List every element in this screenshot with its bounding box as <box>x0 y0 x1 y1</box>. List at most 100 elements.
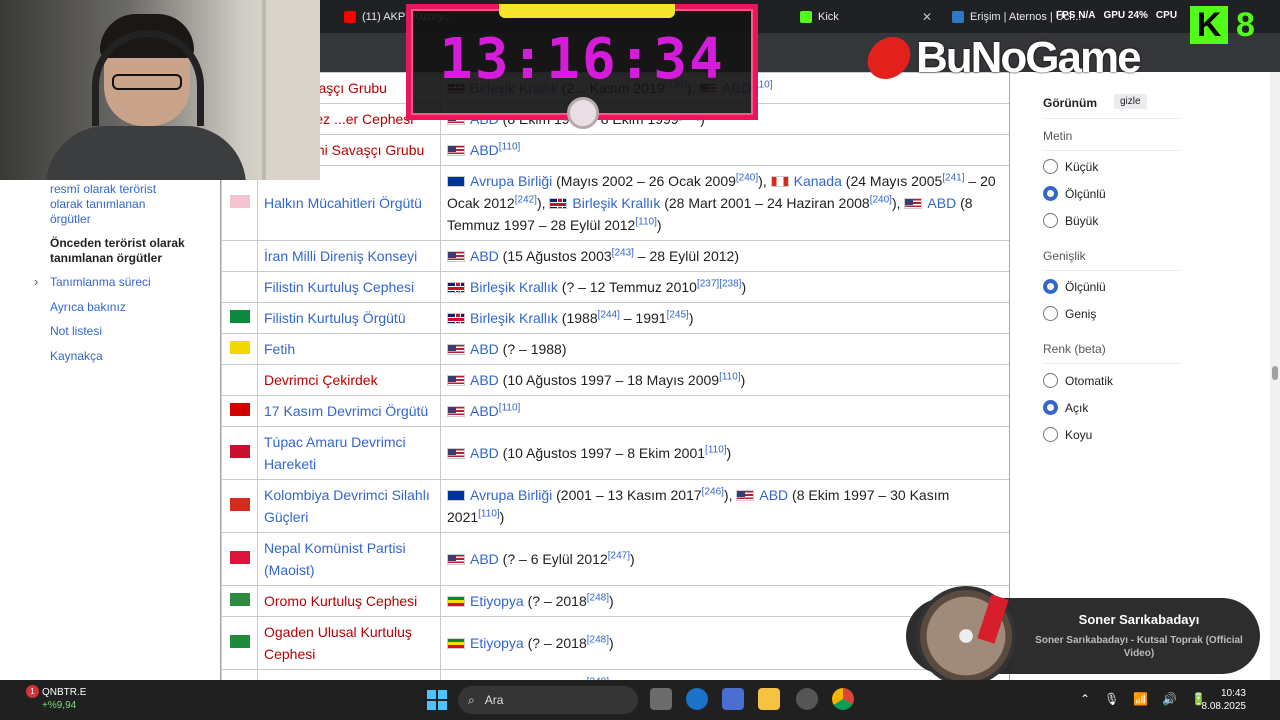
hide-button[interactable]: gizle <box>1114 94 1147 109</box>
country-link[interactable]: Birleşik Krallık <box>470 279 558 295</box>
designation-cell: ABD (15 Ağustos 2003[243] – 28 Eylül 201… <box>440 240 1009 272</box>
radio-icon[interactable] <box>1043 306 1058 321</box>
radio-color-dark[interactable]: Koyu <box>1043 427 1092 442</box>
edge-icon[interactable] <box>686 688 708 710</box>
scrollbar[interactable] <box>1270 72 1280 680</box>
taskbar-search[interactable]: ⌕ Ara <box>458 686 638 714</box>
tab-kick[interactable]: Kick ✕ <box>800 4 932 30</box>
windows-start-icon[interactable] <box>427 690 447 710</box>
country-link[interactable]: Avrupa Birliği <box>470 173 552 189</box>
org-name-link[interactable]: 17 Kasım Devrimci Örgütü <box>257 395 441 427</box>
radio-icon[interactable] <box>1043 427 1058 442</box>
wifi-icon[interactable]: 📶 <box>1133 692 1148 706</box>
toc-item-references[interactable]: Kaynakça <box>50 349 103 364</box>
toc-item-notes[interactable]: Not listesi <box>50 324 102 339</box>
org-name-link[interactable]: Nepal Komünist Partisi (Maoist) <box>257 532 441 586</box>
country-link[interactable]: Kanada <box>794 173 842 189</box>
radio-text-small[interactable]: Küçük <box>1043 159 1098 174</box>
org-name-link[interactable]: Kolombiya Devrimci Silahlı Güçleri <box>257 479 441 533</box>
chevron-right-icon[interactable]: › <box>34 274 38 289</box>
reference-link[interactable]: [243] <box>612 247 634 258</box>
radio-text-standard[interactable]: Ölçünlü <box>1043 186 1106 201</box>
reference-link[interactable]: [110] <box>499 141 521 152</box>
country-link[interactable]: ABD <box>470 341 499 357</box>
close-icon[interactable]: ✕ <box>922 10 932 24</box>
chevron-up-icon[interactable]: ⌃ <box>1080 692 1090 706</box>
table-row: Halkın Mücahitleri Örgütü Avrupa Birliği … <box>221 165 1009 241</box>
org-name-link[interactable]: Ginbot 7 <box>257 669 441 680</box>
country-link[interactable]: ABD <box>470 372 499 388</box>
microphone-icon[interactable]: 🎙 <box>1104 692 1119 706</box>
radio-color-light[interactable]: Açık <box>1043 400 1088 415</box>
radio-icon[interactable] <box>1043 279 1058 294</box>
org-flag-icon <box>229 195 250 208</box>
country-link[interactable]: Etiyopya <box>470 635 524 651</box>
org-name-link[interactable]: Filistin Kurtuluş Örgütü <box>257 302 441 334</box>
reference-link[interactable]: [244] <box>598 309 620 320</box>
designation-cell: ABD (10 Ağustos 1997 – 8 Ekim 2001[110]) <box>440 426 1009 480</box>
radio-text-large[interactable]: Büyük <box>1043 213 1098 228</box>
radio-icon[interactable] <box>1043 373 1058 388</box>
org-name-link[interactable]: İran Milli Direniş Konseyi <box>257 240 441 272</box>
radio-icon[interactable] <box>1043 400 1058 415</box>
radio-width-standard[interactable]: Ölçünlü <box>1043 279 1106 294</box>
reference-link[interactable]: [242] <box>515 194 537 205</box>
reference-link[interactable]: [110] <box>705 444 727 455</box>
country-link[interactable]: ABD <box>470 248 499 264</box>
obs-icon[interactable] <box>796 688 818 710</box>
country-link[interactable]: ABD <box>470 403 499 419</box>
task-view-icon[interactable] <box>650 688 672 710</box>
speaker-icon[interactable]: 🔊 <box>1162 692 1177 706</box>
divider <box>1043 118 1181 119</box>
store-icon[interactable] <box>722 688 744 710</box>
reference-link[interactable]: [248] <box>587 592 609 603</box>
toc-item-current-designations[interactable]: resmî olarak terörist olarak tanımlanan … <box>50 182 170 227</box>
radio-icon[interactable] <box>1043 213 1058 228</box>
usa-flag-icon <box>904 198 923 209</box>
designation-dates: (24 Mayıs 2005 <box>841 173 943 189</box>
org-name-link[interactable]: Túpac Amaru Devrimci Hareketi <box>257 426 441 480</box>
reference-link[interactable]: [110] <box>719 371 741 382</box>
reference-link[interactable]: [248] <box>587 634 609 645</box>
country-link[interactable]: ABD <box>927 195 956 211</box>
country-link[interactable]: ABD <box>470 445 499 461</box>
reference-link[interactable]: [246] <box>702 486 724 497</box>
usa-flag-icon <box>447 375 465 386</box>
reference-link[interactable]: [245] <box>667 309 689 320</box>
reference-link[interactable]: [247] <box>608 550 630 561</box>
org-name-link[interactable]: Devrimci Çekirdek <box>257 364 441 396</box>
reference-link[interactable]: [241] <box>942 172 964 183</box>
reference-link[interactable]: [240] <box>736 172 758 183</box>
reference-link[interactable]: [240] <box>870 194 892 205</box>
reference-link[interactable]: [110] <box>499 402 521 413</box>
country-link[interactable]: Avrupa Birliği <box>470 487 552 503</box>
table-row: Kolombiya Devrimci Silahlı Güçleri Avrupa… <box>221 479 1009 533</box>
org-name-link[interactable]: Fetih <box>257 333 441 365</box>
radio-width-wide[interactable]: Geniş <box>1043 306 1096 321</box>
org-name-link[interactable]: Ogaden Ulusal Kurtuluş Cephesi <box>257 616 441 670</box>
chrome-icon[interactable] <box>832 688 854 710</box>
country-link[interactable]: Birleşik Krallık <box>470 310 558 326</box>
reference-link[interactable]: [237][238] <box>697 278 741 289</box>
radio-icon[interactable] <box>1043 159 1058 174</box>
toc-item-process[interactable]: Tanımlanma süreci <box>50 275 151 290</box>
country-link[interactable]: ABD <box>470 551 499 567</box>
org-name-link[interactable]: Oromo Kurtuluş Cephesi <box>257 585 441 617</box>
radio-icon[interactable] <box>1043 186 1058 201</box>
avatar-badge-icon <box>567 97 599 129</box>
reference-link[interactable]: [110] <box>635 216 657 227</box>
radio-color-auto[interactable]: Otomatik <box>1043 373 1113 388</box>
stock-widget[interactable]: QNBTR.E +%9,94 <box>24 686 86 712</box>
org-flag-icon <box>229 310 250 323</box>
taskbar-clock[interactable]: 10:43 8.08.2025 <box>1196 687 1247 713</box>
toc-item-see-also[interactable]: Ayrıca bakınız <box>50 300 126 315</box>
country-link[interactable]: ABD <box>759 487 788 503</box>
toc-item-former-designations[interactable]: Önceden terörist olarak tanımlanan örgüt… <box>50 236 200 266</box>
scrollbar-thumb[interactable] <box>1272 366 1278 380</box>
reference-link[interactable]: [110] <box>478 508 500 519</box>
country-link[interactable]: Etiyopya <box>470 593 524 609</box>
country-link[interactable]: Birleşik Krallık <box>572 195 660 211</box>
org-name-link[interactable]: Filistin Kurtuluş Cephesi <box>257 271 441 303</box>
folder-icon[interactable] <box>758 688 780 710</box>
country-link[interactable]: ABD <box>470 142 499 158</box>
